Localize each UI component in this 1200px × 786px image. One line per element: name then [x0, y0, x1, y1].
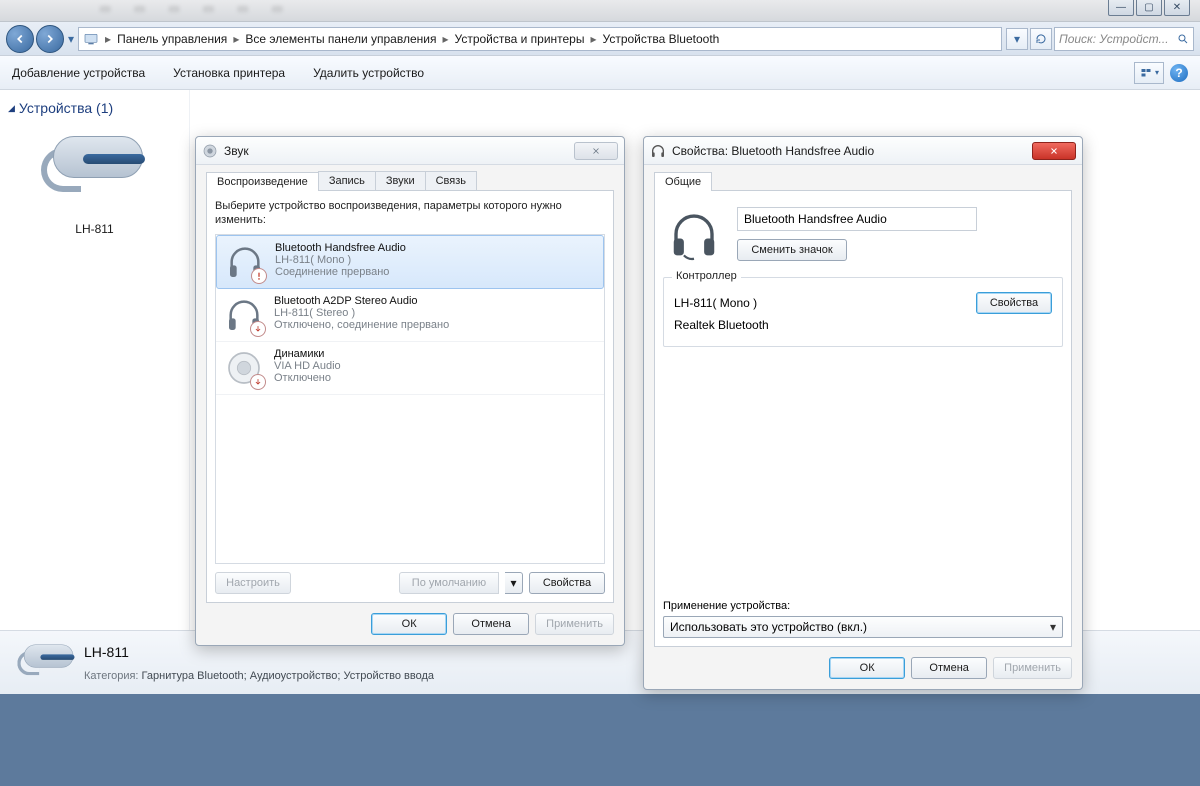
- search-icon: [1177, 33, 1189, 45]
- tab-general[interactable]: Общие: [654, 172, 712, 191]
- properties-dialog: Свойства: Bluetooth Handsfree Audio Общи…: [643, 136, 1083, 690]
- controller-properties-button[interactable]: Свойства: [976, 292, 1052, 314]
- bluetooth-headset-icon: [35, 126, 155, 216]
- device-pane: ◢ Устройства (1) LH-811: [0, 90, 190, 694]
- search-placeholder: Поиск: Устройст...: [1059, 32, 1169, 46]
- controller-fieldset: Контроллер LH-811( Mono ) Свойства Realt…: [663, 277, 1063, 347]
- device-item-handsfree[interactable]: Bluetooth Handsfree Audio LH-811( Mono )…: [216, 235, 604, 289]
- collapse-icon: ◢: [8, 103, 15, 114]
- window-close-button[interactable]: ✕: [1164, 0, 1190, 16]
- crumb-all-items[interactable]: Все элементы панели управления: [241, 32, 440, 46]
- properties-dialog-close-button[interactable]: [1032, 142, 1076, 160]
- controller-legend: Контроллер: [672, 270, 741, 282]
- device-subtitle: LH-811( Mono ): [275, 254, 406, 266]
- change-icon-button[interactable]: Сменить значок: [737, 239, 847, 261]
- playback-device-list[interactable]: Bluetooth Handsfree Audio LH-811( Mono )…: [215, 234, 605, 564]
- apply-button[interactable]: Применить: [993, 657, 1072, 679]
- speaker-icon: [224, 348, 264, 388]
- usage-label: Применение устройства:: [663, 600, 1063, 612]
- breadcrumb[interactable]: ▸ Панель управления ▸ Все элементы панел…: [78, 27, 1002, 51]
- device-title: Bluetooth Handsfree Audio: [275, 242, 406, 254]
- sound-dialog-close-button[interactable]: [574, 142, 618, 160]
- cmd-add-device[interactable]: Добавление устройства: [12, 66, 145, 80]
- details-category-value: Гарнитура Bluetooth; Аудиоустройство; Ус…: [142, 670, 434, 682]
- sound-dialog-title: Звук: [224, 144, 249, 158]
- history-dropdown-icon[interactable]: ▾: [68, 32, 74, 46]
- search-input[interactable]: Поиск: Устройст...: [1054, 27, 1194, 51]
- properties-button[interactable]: Свойства: [529, 572, 605, 594]
- view-options-button[interactable]: ▾: [1134, 62, 1164, 84]
- headphones-icon: [225, 242, 265, 282]
- device-item-speakers[interactable]: Динамики VIA HD Audio Отключено: [216, 342, 604, 395]
- crumb-control-panel[interactable]: Панель управления: [113, 32, 231, 46]
- tab-communications[interactable]: Связь: [425, 171, 477, 190]
- usage-value: Использовать это устройство (вкл.): [670, 620, 867, 634]
- forward-button[interactable]: [36, 25, 64, 53]
- sound-icon: [202, 143, 218, 159]
- configure-button[interactable]: Настроить: [215, 572, 291, 594]
- device-subtitle: LH-811( Stereo ): [274, 307, 449, 319]
- set-default-button[interactable]: По умолчанию: [399, 572, 499, 594]
- navigation-bar: ▾ ▸ Панель управления ▸ Все элементы пан…: [0, 22, 1200, 56]
- down-badge-icon: [250, 374, 266, 390]
- cmd-install-printer[interactable]: Установка принтера: [173, 66, 285, 80]
- device-item-a2dp[interactable]: Bluetooth A2DP Stereo Audio LH-811( Ster…: [216, 289, 604, 342]
- properties-dialog-titlebar[interactable]: Свойства: Bluetooth Handsfree Audio: [644, 137, 1082, 165]
- window-titlebar-background: ▭▭▭▭▭▭ — ▢ ✕: [0, 0, 1200, 22]
- details-thumbnail: [14, 639, 70, 687]
- device-tile[interactable]: LH-811: [25, 126, 165, 236]
- cancel-button[interactable]: Отмена: [453, 613, 529, 635]
- window-maximize-button[interactable]: ▢: [1136, 0, 1162, 16]
- device-title: Динамики: [274, 348, 341, 360]
- crumb-bluetooth-devices[interactable]: Устройства Bluetooth: [599, 32, 724, 46]
- help-icon[interactable]: ?: [1170, 64, 1188, 82]
- command-bar: Добавление устройства Установка принтера…: [0, 56, 1200, 90]
- device-status: Соединение прервано: [275, 266, 406, 278]
- tab-recording[interactable]: Запись: [318, 171, 376, 190]
- device-name-field[interactable]: Bluetooth Handsfree Audio: [737, 207, 977, 231]
- headset-small-icon: [650, 143, 666, 159]
- device-status: Отключено: [274, 372, 341, 384]
- controller-line1: LH-811( Mono ): [674, 296, 757, 310]
- refresh-button[interactable]: [1030, 28, 1052, 50]
- group-label: Устройства (1): [19, 100, 113, 116]
- set-default-dropdown[interactable]: ▾: [505, 572, 523, 594]
- cancel-button[interactable]: Отмена: [911, 657, 987, 679]
- headphones-icon: [224, 295, 264, 335]
- device-name: LH-811: [25, 222, 165, 236]
- sound-tabs: Воспроизведение Запись Звуки Связь: [206, 171, 614, 191]
- chevron-down-icon: ▾: [1050, 620, 1056, 634]
- controller-line2: Realtek Bluetooth: [674, 318, 769, 332]
- group-header-devices[interactable]: ◢ Устройства (1): [8, 100, 181, 116]
- down-badge-icon: [250, 321, 266, 337]
- sound-dialog-titlebar[interactable]: Звук: [196, 137, 624, 165]
- device-subtitle: VIA HD Audio: [274, 360, 341, 372]
- sound-instruction: Выберите устройство воспроизведения, пар…: [215, 199, 605, 228]
- ok-button[interactable]: ОК: [371, 613, 447, 635]
- computer-icon: [83, 31, 99, 47]
- device-large-icon: [667, 207, 721, 261]
- crumb-devices-printers[interactable]: Устройства и принтеры: [451, 32, 589, 46]
- properties-dialog-title: Свойства: Bluetooth Handsfree Audio: [672, 144, 874, 158]
- device-title: Bluetooth A2DP Stereo Audio: [274, 295, 449, 307]
- cmd-remove-device[interactable]: Удалить устройство: [313, 66, 424, 80]
- window-minimize-button[interactable]: —: [1108, 0, 1134, 16]
- sound-dialog: Звук Воспроизведение Запись Звуки Связь …: [195, 136, 625, 646]
- error-badge-icon: [251, 268, 267, 284]
- apply-button[interactable]: Применить: [535, 613, 614, 635]
- tab-playback[interactable]: Воспроизведение: [206, 172, 319, 191]
- location-dropdown-button[interactable]: ▾: [1006, 28, 1028, 50]
- tab-sounds[interactable]: Звуки: [375, 171, 426, 190]
- usage-combobox[interactable]: Использовать это устройство (вкл.) ▾: [663, 616, 1063, 638]
- details-name: LH-811: [84, 644, 434, 660]
- device-status: Отключено, соединение прервано: [274, 319, 449, 331]
- details-category-label: Категория:: [84, 670, 138, 682]
- ok-button[interactable]: ОК: [829, 657, 905, 679]
- back-button[interactable]: [6, 25, 34, 53]
